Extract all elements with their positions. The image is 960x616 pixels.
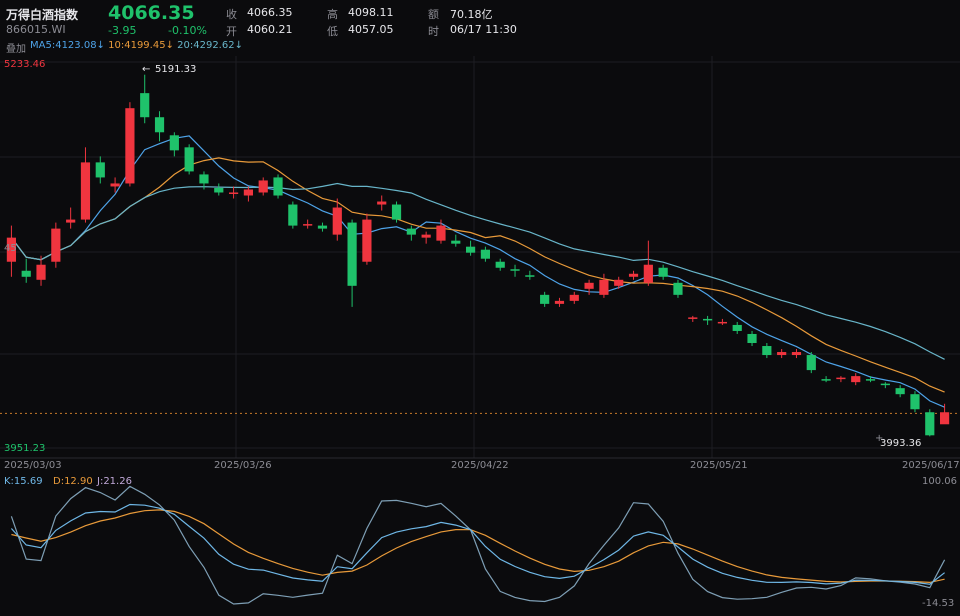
ma20-line <box>10 182 945 360</box>
candle-body-54 <box>806 355 816 371</box>
candle-body-45 <box>673 282 683 295</box>
high-annotation: 5191.33 <box>155 64 196 75</box>
candle-body-32 <box>480 249 490 259</box>
candle-body-29 <box>436 225 446 241</box>
candle-body-12 <box>184 147 194 172</box>
candle-body-15 <box>229 192 239 194</box>
candle-body-50 <box>747 333 757 344</box>
candle-body-36 <box>540 294 550 304</box>
candle-body-11 <box>169 135 179 151</box>
date-label-2: 2025/04/22 <box>451 460 509 471</box>
candle-body-57 <box>851 376 861 383</box>
candle-body-56 <box>836 377 846 380</box>
candle-body-40 <box>599 279 609 295</box>
candle-body-5 <box>80 162 91 220</box>
candle-body-18 <box>273 177 283 196</box>
candle-body-59 <box>880 383 890 386</box>
candle-body-20 <box>303 224 313 226</box>
candle-body-46 <box>688 317 698 319</box>
candle-body-48 <box>717 321 727 324</box>
candle-body-39 <box>584 282 594 289</box>
candle-body-4 <box>66 219 76 223</box>
candle-body-58 <box>865 379 876 381</box>
candle-body-49 <box>732 324 742 331</box>
candle-body-16 <box>243 189 253 196</box>
candle-body-63 <box>940 412 950 425</box>
candle-body-2 <box>36 264 46 280</box>
candle-body-25 <box>377 201 387 205</box>
date-label-0: 2025/03/03 <box>4 460 62 471</box>
date-label-3: 2025/05/21 <box>690 460 748 471</box>
date-label-4: 2025/06/17 <box>902 460 960 471</box>
price-axis-max: 5233.46 <box>4 59 45 70</box>
crosshair-plus-icon[interactable]: + <box>875 433 883 444</box>
candle-body-6 <box>95 162 105 178</box>
candle-body-55 <box>821 379 831 381</box>
kdj-axis-min: -14.53 <box>922 598 954 609</box>
candle-body-14 <box>214 187 224 193</box>
kdj-j-label: J:21.26 <box>96 476 132 487</box>
candle-body-7 <box>110 183 120 187</box>
candle-body-34 <box>510 269 520 271</box>
candle-body-43 <box>643 264 653 283</box>
candle-body-13 <box>199 174 209 184</box>
ma5-line <box>10 135 945 408</box>
candle-body-37 <box>554 300 565 304</box>
candle-body-23 <box>347 222 357 286</box>
candle-body-17 <box>258 180 268 193</box>
candle-body-61 <box>910 394 920 410</box>
candle-body-47 <box>703 318 713 321</box>
kdj-d-label: D:12.90 <box>53 476 93 487</box>
candle-body-21 <box>317 225 328 229</box>
kdj-panel <box>10 485 946 605</box>
candle-body-31 <box>466 246 476 253</box>
candle-body-41 <box>614 279 624 286</box>
candle-body-62 <box>925 412 935 436</box>
kdj-k-line <box>10 503 945 585</box>
candle-body-26 <box>391 204 402 220</box>
candles <box>6 74 950 437</box>
candle-body-30 <box>451 240 461 244</box>
kdj-axis-max: 100.06 <box>922 476 957 487</box>
candle-body-1 <box>21 270 31 277</box>
axis-labels: 5233.46 3951.23 45 2025/03/03 2025/03/26… <box>4 59 960 609</box>
candle-body-27 <box>406 228 416 235</box>
candle-body-9 <box>140 93 150 118</box>
kdj-k-label: K:15.69 <box>4 476 43 487</box>
price-axis-mid: 45 <box>4 243 17 254</box>
price-axis-min: 3951.23 <box>4 443 45 454</box>
candle-body-33 <box>495 261 505 268</box>
candle-body-10 <box>154 117 165 133</box>
kline-chart[interactable]: 5233.46 3951.23 45 2025/03/03 2025/03/26… <box>0 0 960 616</box>
low-annotation: 3993.36 <box>880 438 921 449</box>
candle-body-3 <box>51 228 61 262</box>
kdj-j-line <box>10 485 946 605</box>
candle-body-52 <box>777 352 787 356</box>
candle-body-51 <box>762 346 772 356</box>
candle-body-38 <box>569 294 579 301</box>
arrow-left-icon: ← <box>142 64 150 75</box>
candle-body-24 <box>362 219 372 262</box>
candle-body-42 <box>628 273 639 277</box>
candle-body-44 <box>658 267 668 277</box>
ma10-line <box>10 157 945 393</box>
candle-body-60 <box>895 388 905 395</box>
kdj-d-line <box>11 509 945 584</box>
candle-body-35 <box>525 275 535 277</box>
candle-body-8 <box>125 108 135 184</box>
candle-body-53 <box>791 352 802 356</box>
candle-body-22 <box>332 207 342 235</box>
date-label-1: 2025/03/26 <box>214 460 272 471</box>
candle-body-19 <box>288 204 298 226</box>
candle-body-28 <box>421 234 431 238</box>
ma-lines <box>10 135 945 408</box>
